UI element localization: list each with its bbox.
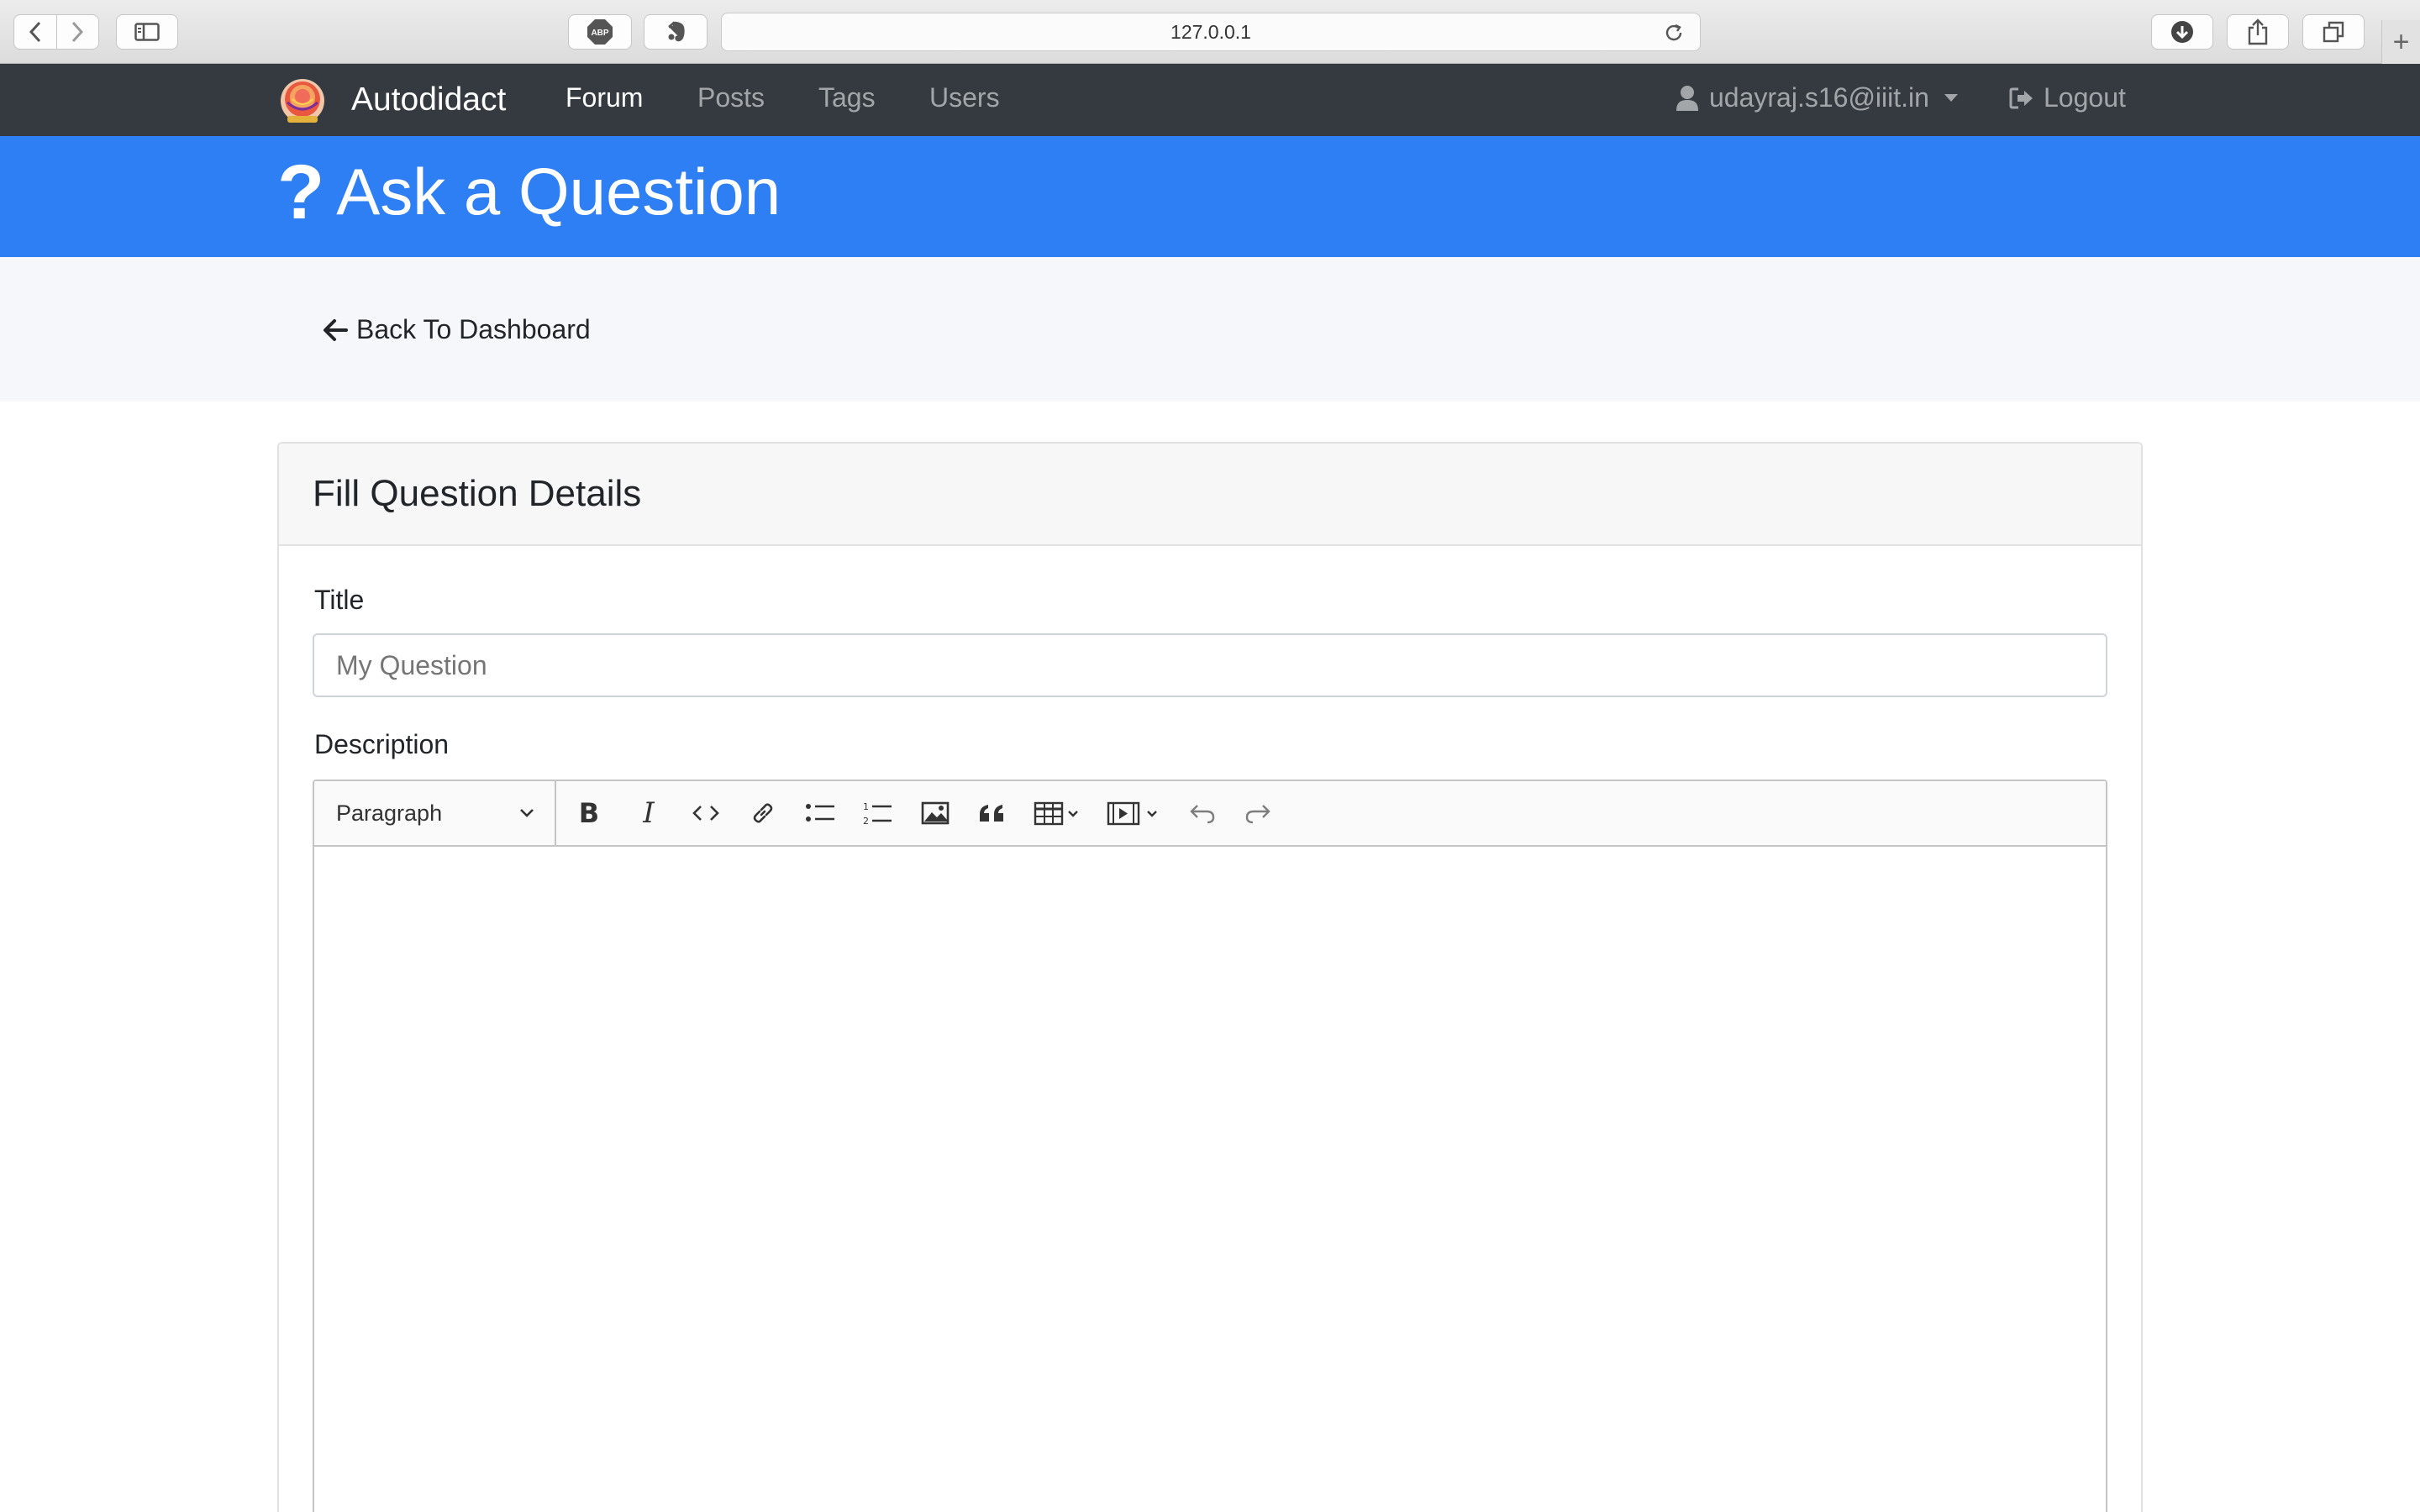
browser-forward-button[interactable] — [55, 15, 99, 49]
editor-content-area[interactable] — [314, 847, 2106, 1512]
sign-out-icon — [2009, 87, 2033, 108]
downloads-button[interactable] — [2151, 14, 2213, 50]
adblock-icon: ABP — [587, 19, 613, 45]
link-button[interactable] — [734, 790, 792, 837]
user-icon — [1676, 85, 1698, 111]
arrow-left-icon — [324, 318, 348, 341]
bold-icon: B — [579, 801, 599, 826]
new-tab-button[interactable]: + — [2381, 20, 2420, 64]
code-button[interactable] — [677, 790, 734, 837]
download-icon — [2171, 21, 2193, 43]
page-title-text: Ask a Question — [336, 155, 781, 228]
question-form-card: Fill Question Details Title Description … — [277, 442, 2143, 1512]
svg-text:ABP: ABP — [591, 29, 608, 38]
tabs-icon — [2323, 21, 2344, 43]
redo-button[interactable] — [1230, 790, 1286, 837]
nav-link-users[interactable]: Users — [929, 82, 1000, 113]
svg-text:2: 2 — [863, 816, 869, 826]
italic-button[interactable]: I — [620, 790, 677, 837]
brand-link[interactable]: Autodidact — [277, 77, 506, 128]
bold-button[interactable]: B — [558, 790, 620, 837]
italic-icon: I — [642, 801, 655, 826]
undo-icon — [1190, 805, 1215, 824]
evernote-icon — [668, 21, 685, 42]
table-icon — [1034, 801, 1078, 826]
image-icon — [921, 801, 950, 825]
numbered-list-icon: 12 — [863, 801, 892, 826]
blockquote-icon — [980, 805, 1003, 822]
user-email: udayraj.s16@iiit.in — [1709, 82, 1929, 113]
redo-icon — [1245, 805, 1270, 824]
description-editor: Paragraph B I 12 — [313, 780, 2107, 1512]
insert-table-button[interactable] — [1020, 790, 1094, 837]
page-title: ? Ask a Question — [277, 146, 781, 238]
chevron-right-icon — [72, 21, 84, 43]
insert-image-button[interactable] — [906, 790, 965, 837]
editor-toolbar: Paragraph B I 12 — [314, 781, 2106, 847]
tabs-overview-button[interactable] — [2302, 14, 2365, 50]
brand-name: Autodidact — [351, 81, 507, 118]
autodidact-logo-icon — [281, 79, 324, 123]
back-link-label: Back To Dashboard — [356, 314, 591, 344]
description-label: Description — [314, 729, 450, 759]
logout-label: Logout — [2044, 82, 2126, 113]
code-icon — [692, 806, 719, 821]
page-header: ? Ask a Question — [0, 136, 2420, 257]
insert-media-button[interactable] — [1094, 790, 1175, 837]
back-to-dashboard-link[interactable]: Back To Dashboard — [323, 314, 591, 345]
card-header: Fill Question Details — [279, 444, 2141, 546]
undo-button[interactable] — [1175, 790, 1230, 837]
numbered-list-button[interactable]: 12 — [849, 790, 906, 837]
actions-bar: Back To Dashboard — [0, 257, 2420, 402]
svg-text:1: 1 — [863, 801, 869, 812]
svg-text:I: I — [642, 801, 655, 826]
adblock-button[interactable]: ABP — [568, 14, 632, 50]
title-input[interactable] — [313, 633, 2107, 697]
sidebar-toggle-button[interactable] — [116, 14, 178, 50]
media-embed-icon — [1107, 801, 1157, 826]
caret-down-icon — [1944, 94, 1958, 102]
browser-back-button[interactable] — [14, 15, 56, 49]
share-icon — [2248, 18, 2268, 45]
nav-link-forum[interactable]: Forum — [566, 82, 643, 113]
nav-link-tags[interactable]: Tags — [818, 82, 876, 113]
browser-nav-buttons — [13, 14, 99, 50]
chevron-left-icon — [29, 21, 40, 43]
chevron-down-icon — [520, 809, 534, 817]
share-button[interactable] — [2227, 14, 2289, 50]
heading-dropdown-value: Paragraph — [336, 800, 443, 826]
logout-link[interactable]: Logout — [2008, 82, 2126, 113]
user-dropdown[interactable]: udayraj.s16@iiit.in — [1676, 82, 1958, 113]
main-navbar: Autodidact Forum Posts Tags Users udayra… — [0, 64, 2420, 136]
reload-icon — [1665, 24, 1682, 41]
svg-text:B: B — [579, 801, 599, 826]
bulleted-list-button[interactable] — [792, 790, 849, 837]
nav-link-posts[interactable]: Posts — [697, 82, 765, 113]
sidebar-icon — [134, 23, 160, 41]
reload-button[interactable] — [1663, 22, 1685, 49]
url-text: 127.0.0.1 — [1171, 20, 1251, 43]
bulleted-list-icon — [806, 804, 834, 822]
heading-dropdown[interactable]: Paragraph — [314, 781, 556, 845]
browser-toolbar: ABP 127.0.0.1 + — [0, 0, 2420, 64]
blockquote-button[interactable] — [965, 790, 1020, 837]
title-label: Title — [314, 585, 365, 615]
address-bar[interactable]: 127.0.0.1 — [721, 13, 1701, 51]
link-icon — [753, 803, 773, 823]
plus-icon: + — [2392, 25, 2410, 58]
question-icon: ? — [277, 149, 325, 235]
extension-button[interactable] — [644, 14, 708, 50]
